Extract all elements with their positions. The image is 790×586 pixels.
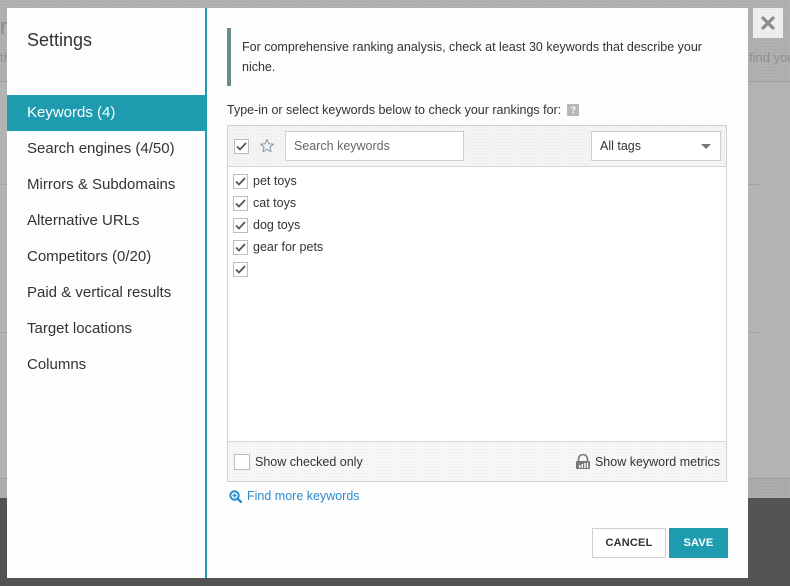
sidebar-item-competitors[interactable]: Competitors (0/20)	[7, 239, 207, 275]
keyword-row: dog toys	[228, 214, 726, 236]
keyword-text[interactable]: gear for pets	[253, 240, 323, 254]
find-more-keywords-link[interactable]: Find more keywords	[229, 489, 360, 503]
show-keyword-metrics-label: Show keyword metrics	[594, 454, 720, 469]
keyword-toolbar: All tags	[228, 126, 726, 167]
sidebar-item-target-locations[interactable]: Target locations	[7, 311, 207, 347]
keyword-row-new	[228, 258, 726, 280]
checkmark-icon	[235, 242, 246, 252]
checkmark-icon	[235, 198, 246, 208]
keywords-panel: For comprehensive ranking analysis, chec…	[207, 8, 748, 578]
sidebar-item-search-engines[interactable]: Search engines (4/50)	[7, 131, 207, 167]
background-text-fragment: find you	[749, 50, 790, 65]
sidebar-item-columns[interactable]: Columns	[7, 347, 207, 383]
star-icon[interactable]	[259, 138, 275, 154]
keyword-list: pet toys cat toys dog toys gear for pets	[228, 167, 726, 280]
save-button[interactable]: SAVE	[669, 528, 728, 558]
keyword-text[interactable]: dog toys	[253, 218, 300, 232]
instruction-text: Type-in or select keywords below to chec…	[227, 103, 580, 117]
show-checked-only-toggle[interactable]: Show checked only	[234, 454, 363, 470]
sidebar-item-paid-vertical-results[interactable]: Paid & vertical results	[7, 275, 207, 311]
settings-sidebar: Settings Keywords (4) Search engines (4/…	[7, 8, 207, 578]
keyword-checkbox[interactable]	[233, 217, 248, 233]
keyword-checkbox[interactable]	[233, 239, 248, 255]
sidebar-item-keywords[interactable]: Keywords (4)	[7, 95, 207, 131]
background-divider	[0, 184, 7, 185]
keyword-text[interactable]: cat toys	[253, 196, 296, 210]
keyword-row: gear for pets	[228, 236, 726, 258]
keyword-checkbox[interactable]	[233, 173, 248, 189]
keyword-text[interactable]: pet toys	[253, 174, 297, 188]
settings-modal: Settings Keywords (4) Search engines (4/…	[7, 8, 748, 578]
chevron-down-icon	[701, 144, 711, 149]
background-divider	[749, 184, 759, 185]
search-keywords-input[interactable]	[285, 131, 464, 161]
tags-dropdown-value: All tags	[600, 139, 641, 153]
keyword-row: pet toys	[228, 170, 726, 192]
show-checked-only-label: Show checked only	[255, 455, 363, 469]
keyword-list-panel: All tags pet toys cat toys dog toys	[227, 125, 727, 482]
checkmark-icon	[235, 176, 246, 186]
sidebar-item-alternative-urls[interactable]: Alternative URLs	[7, 203, 207, 239]
cancel-button[interactable]: CANCEL	[592, 528, 666, 558]
checkmark-icon	[235, 264, 246, 274]
show-keyword-metrics-button[interactable]: Show keyword metrics	[575, 454, 720, 469]
settings-title: Settings	[27, 30, 93, 50]
close-icon	[761, 16, 775, 30]
select-all-checkbox[interactable]	[234, 139, 249, 154]
instruction-label: Type-in or select keywords below to chec…	[227, 103, 562, 117]
locked-metrics-icon	[575, 454, 590, 469]
keyword-checkbox[interactable]	[233, 195, 248, 211]
keyword-row: cat toys	[228, 192, 726, 214]
tags-dropdown[interactable]: All tags	[591, 131, 721, 161]
checkmark-icon	[235, 220, 246, 230]
checkmark-icon	[236, 142, 247, 151]
background-divider	[0, 332, 7, 333]
help-icon[interactable]: ?	[567, 104, 580, 116]
background-divider	[749, 332, 759, 333]
keyword-list-footer: Show checked only Show keyword metrics	[228, 441, 726, 481]
zoom-in-icon	[229, 489, 242, 503]
find-more-keywords-label: Find more keywords	[247, 489, 360, 503]
show-checked-only-checkbox[interactable]	[234, 454, 250, 470]
close-button[interactable]	[753, 8, 783, 38]
sidebar-item-mirrors-subdomains[interactable]: Mirrors & Subdomains	[7, 167, 207, 203]
settings-nav: Keywords (4) Search engines (4/50) Mirro…	[7, 95, 207, 383]
keyword-checkbox[interactable]	[233, 261, 248, 277]
notice-callout: For comprehensive ranking analysis, chec…	[227, 28, 727, 86]
